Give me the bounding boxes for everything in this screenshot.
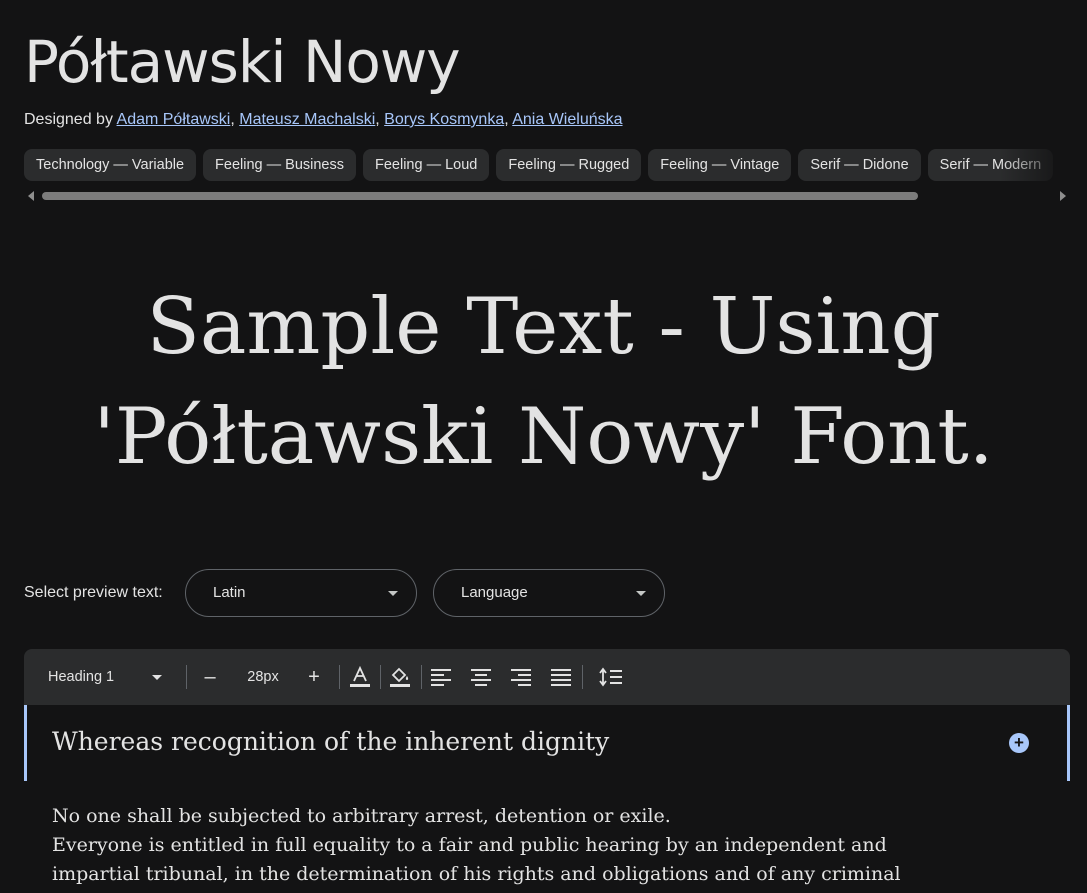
paragraph-line: No one shall be subjected to arbitrary a… <box>52 805 671 827</box>
script-select-value: Latin <box>213 584 246 601</box>
tag-chip[interactable]: Feeling — Business <box>203 149 356 181</box>
font-title: Półtawski Nowy <box>24 28 461 96</box>
designed-by-label: Designed by <box>24 111 113 128</box>
designer-credits: Designed by Adam Półtawski, Mateusz Mach… <box>24 111 623 129</box>
language-select-value: Language <box>461 584 528 601</box>
line-height-icon[interactable] <box>599 667 623 687</box>
text-style-value: Heading 1 <box>48 669 115 685</box>
editor-paragraph[interactable]: No one shall be subjected to arbitrary a… <box>52 802 952 889</box>
tag-chip[interactable]: Feeling — Vintage <box>648 149 792 181</box>
scroll-thumb[interactable] <box>42 192 918 200</box>
chevron-down-icon <box>388 591 398 596</box>
designer-link-3[interactable]: Borys Kosmynka <box>384 111 504 128</box>
tag-chip-list: Technology — Variable Feeling — Business F… <box>24 149 1070 182</box>
chevron-down-icon <box>636 591 646 596</box>
highlight-color-icon[interactable] <box>389 666 411 688</box>
chevron-down-icon <box>152 675 162 680</box>
chips-fade-overlay <box>1000 149 1070 182</box>
tag-chip[interactable]: Feeling — Rugged <box>496 149 642 181</box>
preview-text-label: Select preview text: <box>24 584 163 601</box>
tag-chip[interactable]: Technology — Variable <box>24 149 197 181</box>
designer-link-2[interactable]: Mateusz Machalski <box>239 111 375 128</box>
separator: , <box>230 111 240 128</box>
align-center-icon[interactable] <box>471 668 491 686</box>
toolbar-divider <box>582 665 583 689</box>
align-left-icon[interactable] <box>431 668 451 686</box>
align-justify-icon[interactable] <box>551 668 571 686</box>
toolbar-divider <box>339 665 340 689</box>
paragraph-line: Everyone is entitled in full equality to… <box>52 834 887 856</box>
decrease-size-button[interactable]: – <box>196 649 224 705</box>
editor-toolbar: Heading 1 – 28px + <box>24 649 1070 705</box>
toolbar-divider <box>380 665 381 689</box>
scroll-right-arrow-icon[interactable] <box>1060 191 1066 201</box>
sample-line-2: 'Półtawski Nowy' Font. <box>93 392 994 482</box>
add-block-button[interactable]: + <box>1009 733 1029 753</box>
text-color-icon[interactable] <box>349 666 371 688</box>
designer-link-1[interactable]: Adam Półtawski <box>117 111 231 128</box>
paragraph-line: impartial tribunal, in the determination… <box>52 863 901 885</box>
align-right-icon[interactable] <box>511 668 531 686</box>
font-size-value[interactable]: 28px <box>236 649 290 705</box>
sample-text-preview: Sample Text - Using 'Półtawski Nowy' Fon… <box>0 272 1087 492</box>
script-select[interactable]: Latin <box>185 569 417 617</box>
tag-chip[interactable]: Serif — Didone <box>798 149 921 181</box>
language-select[interactable]: Language <box>433 569 665 617</box>
sample-line-1: Sample Text - Using <box>146 282 941 372</box>
tag-chip[interactable]: Feeling — Loud <box>363 149 490 181</box>
designer-link-4[interactable]: Ania Wieluńska <box>512 111 622 128</box>
text-style-select[interactable]: Heading 1 <box>48 649 168 705</box>
editor-heading-text[interactable]: Whereas recognition of the inherent dign… <box>52 727 609 756</box>
increase-size-button[interactable]: + <box>300 649 328 705</box>
separator: , <box>375 111 385 128</box>
horizontal-scrollbar[interactable] <box>24 190 1070 202</box>
editor-heading-block[interactable]: Whereas recognition of the inherent dign… <box>24 705 1070 781</box>
scroll-left-arrow-icon[interactable] <box>28 191 34 201</box>
toolbar-divider <box>186 665 187 689</box>
toolbar-divider <box>421 665 422 689</box>
